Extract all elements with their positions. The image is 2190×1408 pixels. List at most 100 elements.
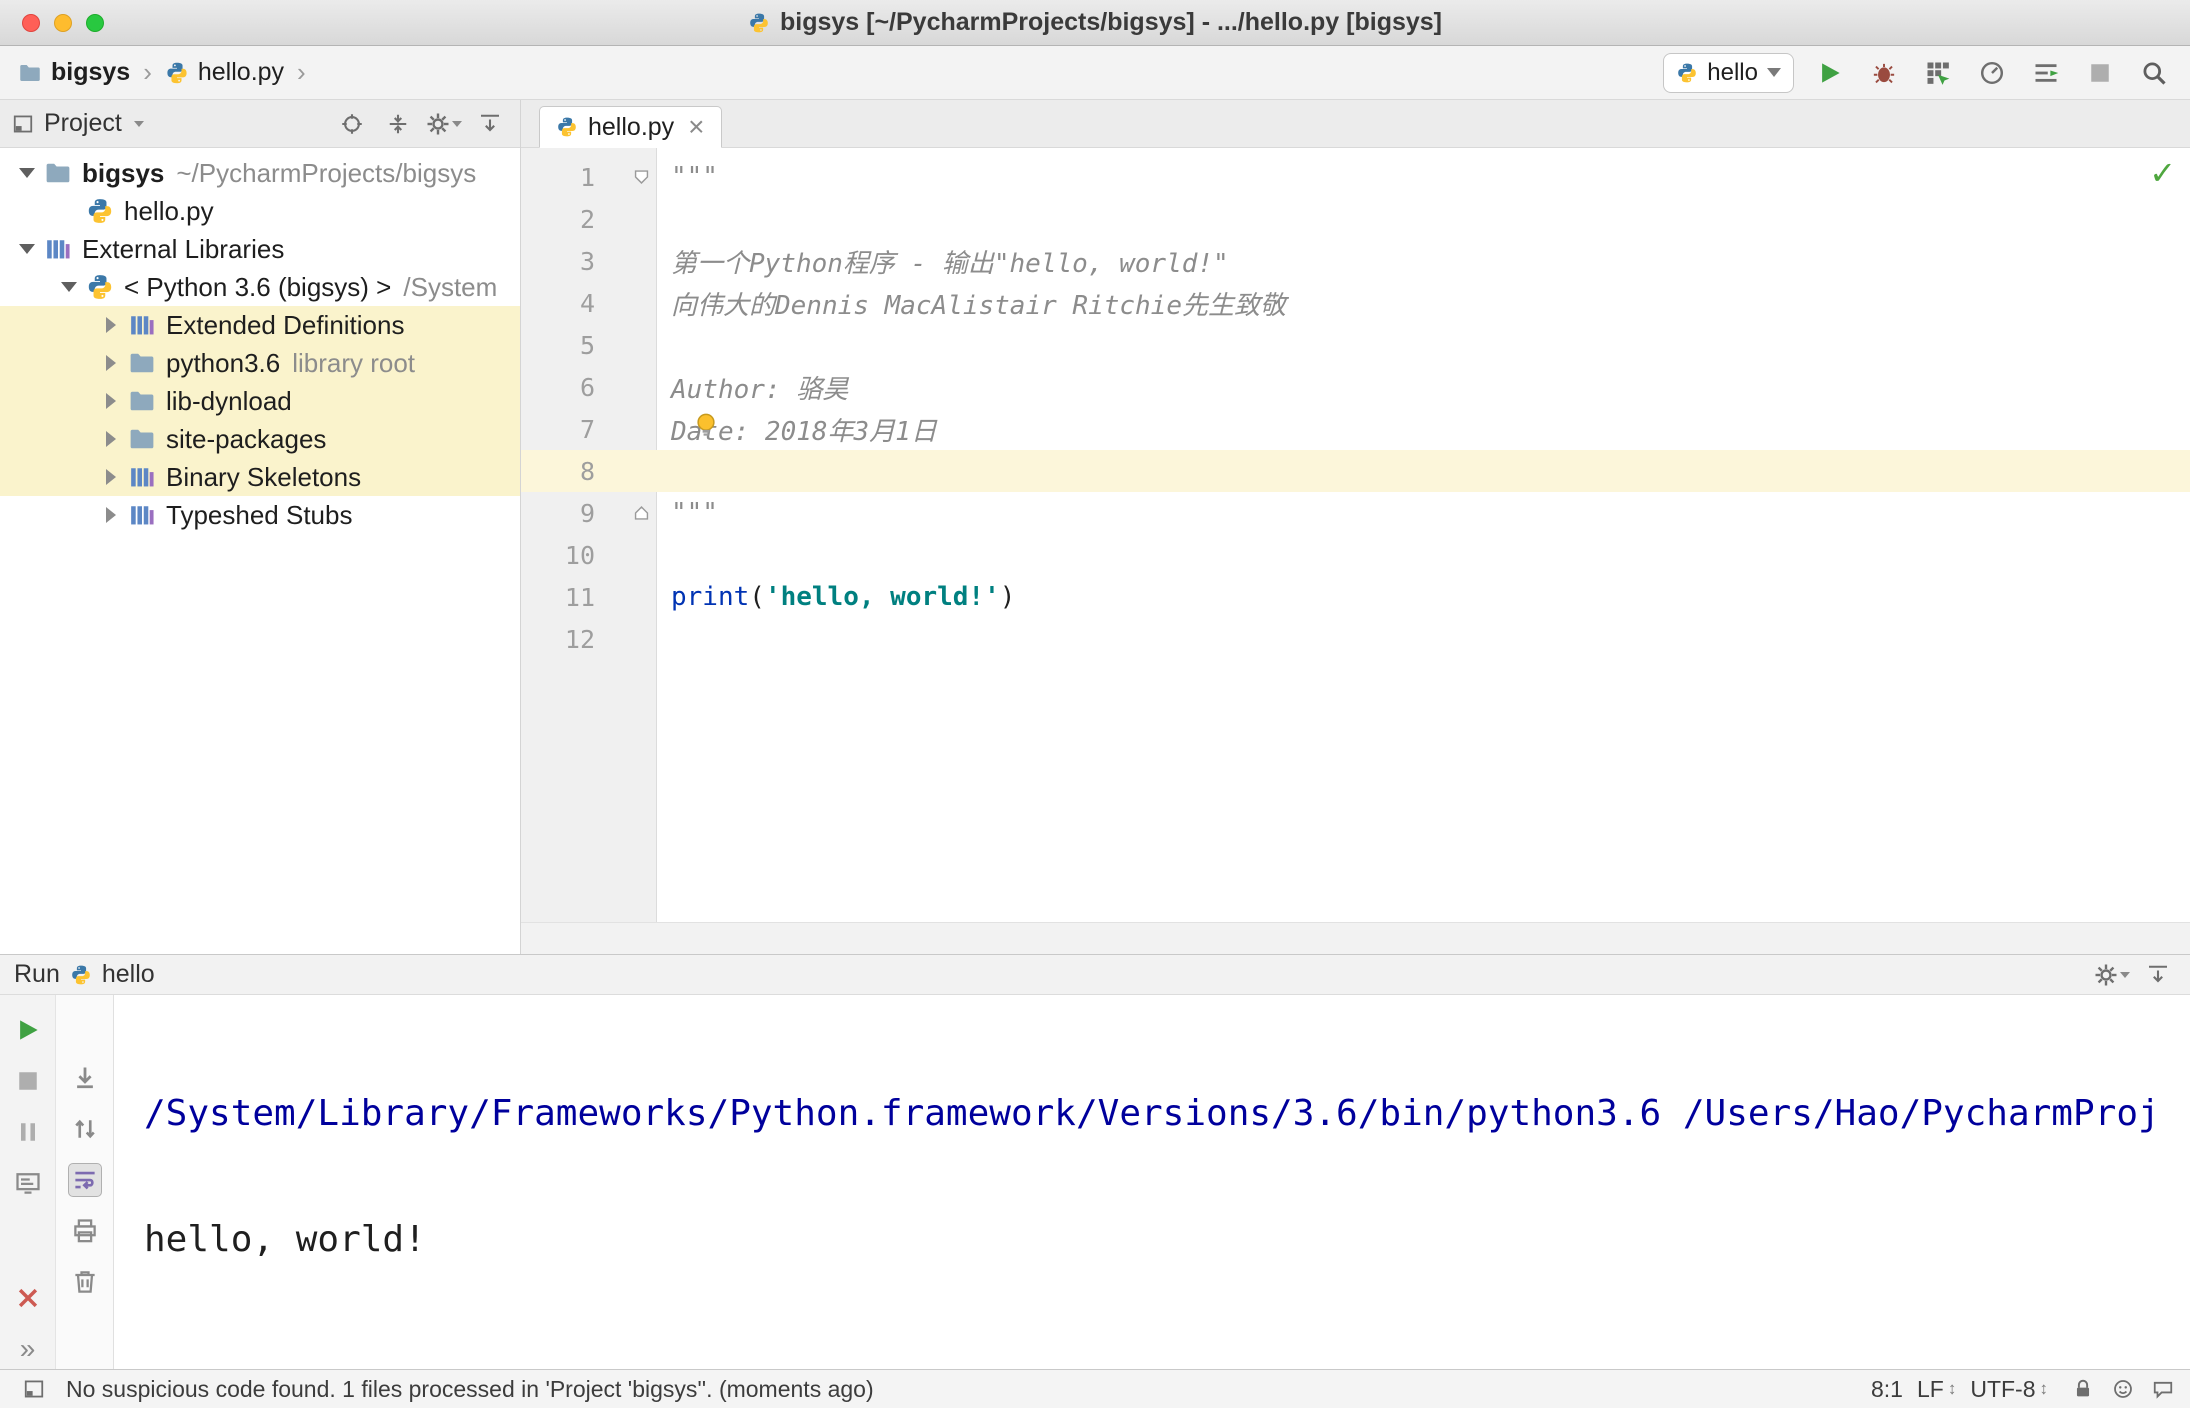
run-configuration-selector[interactable]: hello (1663, 52, 1794, 93)
tab-hello-py[interactable]: hello.py × (539, 106, 722, 148)
stop-process-button[interactable] (11, 1064, 45, 1098)
fold-region-end-icon[interactable] (632, 504, 651, 523)
run-button[interactable] (1812, 55, 1848, 91)
hide-panel-button[interactable] (472, 106, 508, 142)
search-icon (2140, 59, 2168, 87)
debug-button[interactable] (1866, 55, 1902, 91)
line-number[interactable]: 8 (521, 457, 657, 486)
line-number[interactable]: 3 (521, 247, 657, 276)
console-line: hello, world! (144, 1219, 426, 1260)
rerun-button[interactable] (11, 1013, 45, 1047)
search-everywhere-button[interactable] (2136, 55, 2172, 91)
fold-region-start-icon[interactable] (632, 168, 651, 187)
print-button[interactable] (68, 1214, 102, 1248)
event-log-button[interactable] (2152, 1378, 2174, 1400)
line-number[interactable]: 7 (521, 415, 657, 444)
tree-row-external-libraries[interactable]: External Libraries (0, 230, 520, 268)
tree-chevron-icon[interactable] (94, 431, 128, 447)
line-number[interactable]: 9 (521, 499, 657, 528)
breadcrumb-file[interactable]: hello.py (165, 58, 284, 87)
show-console-button[interactable] (11, 1166, 45, 1200)
line-number[interactable]: 1 (521, 163, 657, 192)
profiler-button[interactable] (1974, 55, 2010, 91)
panel-settings-button[interactable] (426, 106, 462, 142)
close-tab-icon[interactable]: × (688, 113, 704, 141)
code-text[interactable]: print('hello, world!') (657, 582, 2190, 612)
editor-line: 1 """ (521, 156, 2190, 198)
tree-chevron-icon[interactable] (94, 393, 128, 409)
tree-row-binary-skeletons[interactable]: Binary Skeletons (0, 458, 520, 496)
more-actions-button[interactable]: » (11, 1332, 45, 1366)
toggle-toolwindows-button[interactable] (16, 1371, 52, 1407)
intention-lightbulb-icon[interactable] (691, 410, 721, 440)
chevron-down-icon[interactable] (133, 120, 144, 127)
coverage-icon (1924, 59, 1952, 87)
stop-button[interactable] (2082, 55, 2118, 91)
pycharm-window: bigsys [~/PycharmProjects/bigsys] - .../… (0, 0, 2190, 1408)
tree-chevron-icon[interactable] (94, 507, 128, 523)
code-text[interactable]: Author: 骆昊 (657, 369, 2190, 406)
line-number[interactable]: 4 (521, 289, 657, 318)
concurrency-icon (2032, 59, 2060, 87)
tree-row-bigsys[interactable]: bigsys ~/PycharmProjects/bigsys (0, 154, 520, 192)
inspection-ok-icon[interactable]: ✓ (2149, 154, 2176, 192)
profiler-icon (1978, 59, 2006, 87)
run-tab-config-name[interactable]: hello (102, 960, 155, 989)
close-run-panel-button[interactable] (11, 1281, 45, 1315)
encoding-widget[interactable]: UTF-8 ↕ (1970, 1376, 2048, 1403)
tab-label: hello.py (588, 112, 675, 141)
stop-icon (14, 1067, 42, 1095)
line-number[interactable]: 5 (521, 331, 657, 360)
tree-row-hello-py[interactable]: hello.py (0, 192, 520, 230)
concurrency-diagram-button[interactable] (2028, 55, 2064, 91)
tree-chevron-icon[interactable] (10, 168, 44, 178)
line-number[interactable]: 10 (521, 541, 657, 570)
line-number[interactable]: 6 (521, 373, 657, 402)
code-text[interactable]: 第一个Python程序 - 输出"hello, world!" (657, 243, 2190, 280)
code-text[interactable]: 向伟大的Dennis MacAlistair Ritchie先生致敬 (657, 285, 2190, 322)
zoom-window-button[interactable] (86, 14, 104, 32)
stop-icon (2086, 59, 2114, 87)
tree-chevron-icon[interactable] (94, 317, 128, 333)
soft-wrap-button[interactable] (67, 1163, 102, 1197)
highlighting-level-button[interactable] (2112, 1378, 2134, 1400)
close-window-button[interactable] (22, 14, 40, 32)
readonly-lock-button[interactable] (2072, 1378, 2094, 1400)
tree-row-python36-library-root[interactable]: python3.6 library root (0, 344, 520, 382)
project-panel-title[interactable]: Project (44, 109, 122, 138)
tree-chevron-icon[interactable] (52, 282, 86, 292)
coverage-button[interactable] (1920, 55, 1956, 91)
minimize-window-button[interactable] (54, 14, 72, 32)
code-text[interactable]: Date: 2018年3月1日 (657, 411, 2190, 448)
scroll-to-end-button[interactable] (68, 1061, 102, 1095)
prev-next-trace-button[interactable] (68, 1112, 102, 1146)
tree-row-typeshed-stubs[interactable]: Typeshed Stubs (0, 496, 520, 534)
tree-row-lib-dynload[interactable]: lib-dynload (0, 382, 520, 420)
code-text[interactable]: """ (657, 162, 2190, 192)
clear-console-button[interactable] (68, 1265, 102, 1299)
collapse-all-button[interactable] (380, 106, 416, 142)
tree-chevron-icon[interactable] (10, 244, 44, 254)
tree-row-site-packages[interactable]: site-packages (0, 420, 520, 458)
editor-line: 4 向伟大的Dennis MacAlistair Ritchie先生致敬 (521, 282, 2190, 324)
library-icon (128, 311, 156, 339)
tree-chevron-icon[interactable] (94, 469, 128, 485)
caret-position-widget[interactable]: 8:1 (1871, 1376, 1903, 1403)
tree-row-extended-definitions[interactable]: Extended Definitions (0, 306, 520, 344)
line-separator-widget[interactable]: LF ↕ (1917, 1376, 1956, 1403)
run-settings-button[interactable] (2094, 957, 2130, 993)
code-text[interactable]: """ (657, 498, 2190, 528)
tree-chevron-icon[interactable] (94, 355, 128, 371)
project-tool-icon (12, 113, 34, 135)
hide-run-panel-button[interactable] (2140, 957, 2176, 993)
tree-row-python-36[interactable]: < Python 3.6 (bigsys) > /System (0, 268, 520, 306)
hide-panel-icon (2146, 963, 2170, 987)
line-number[interactable]: 12 (521, 625, 657, 654)
editor[interactable]: 1 """ 2 3 第一个Python程序 - 输出"hello, world!… (521, 148, 2190, 922)
pause-output-button[interactable] (11, 1115, 45, 1149)
run-console-output[interactable]: /System/Library/Frameworks/Python.framew… (114, 995, 2190, 1369)
locate-file-button[interactable] (334, 106, 370, 142)
line-number[interactable]: 11 (521, 583, 657, 612)
breadcrumb-root[interactable]: bigsys (18, 58, 130, 87)
line-number[interactable]: 2 (521, 205, 657, 234)
